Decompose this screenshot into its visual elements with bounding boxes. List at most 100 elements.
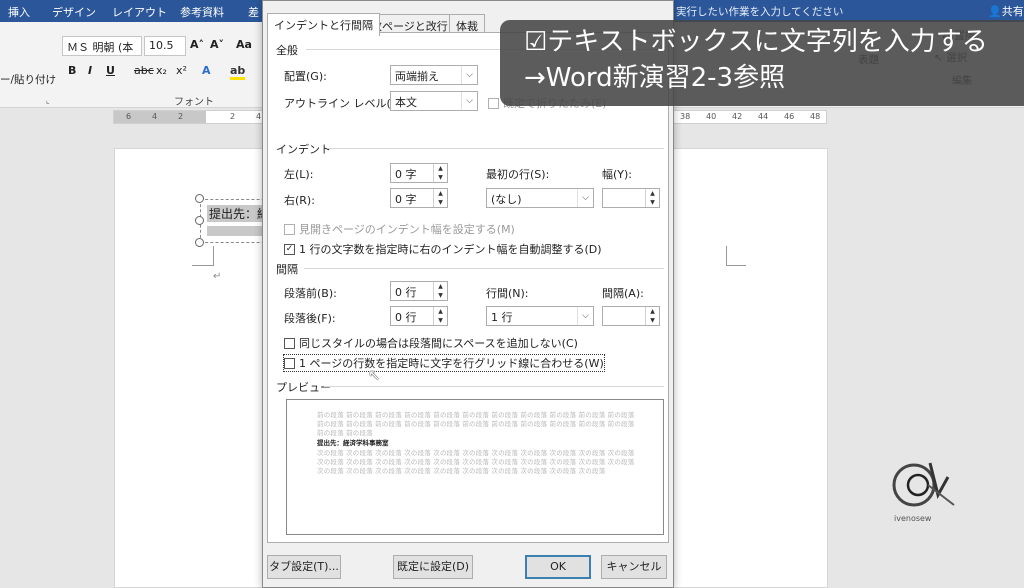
crop-mark (192, 246, 214, 266)
text-box-content[interactable]: 提出先：経 (207, 205, 267, 222)
spin-down-icon: ▼ (650, 317, 655, 324)
alignment-label: 配置(G): (284, 70, 327, 83)
chevron-down-icon: ⌵ (577, 189, 593, 207)
spin-up-icon: ▲ (650, 308, 655, 315)
instruction-banner: ☑テキストボックスに文字列を入力する →Word新演習2-3参照 (500, 20, 1024, 106)
outline-level-select[interactable]: 本文 ⌵ (390, 91, 478, 111)
font-group-label: フォント (174, 97, 214, 108)
indent-right-spinner[interactable]: 0 字 ▲ ▼ (390, 188, 448, 208)
crop-mark (726, 246, 746, 266)
spin-up-icon: ▲ (438, 190, 443, 197)
ruler-number: 38 (680, 112, 691, 121)
space-before-spinner[interactable]: 0 行 ▲ ▼ (390, 281, 448, 301)
banner-line2: →Word新演習2-3参照 (524, 63, 786, 93)
share-button[interactable]: 👤共有 (988, 3, 1024, 19)
checkbox-box (488, 97, 499, 109)
logo-caption: ivenosew (894, 514, 932, 523)
watermark-logo: ivenosew (892, 462, 955, 523)
line-spacing-label: 行間(N): (486, 287, 529, 300)
first-line-select[interactable]: (なし) ⌵ (486, 188, 594, 208)
ruler-number: 4 (152, 112, 158, 121)
ruler-number: 6 (126, 112, 132, 121)
highlight-icon[interactable]: ab (230, 64, 246, 80)
ruler-number: 46 (784, 112, 795, 121)
checkbox-box (284, 223, 295, 235)
preview-box: 前の段落 前の段落 前の段落 前の段落 前の段落 前の段落 前の段落 前の段落 … (286, 399, 664, 535)
resize-handle[interactable] (195, 238, 204, 247)
chevron-down-icon: ⌵ (461, 66, 477, 84)
paragraph-mark: ↵ (213, 271, 222, 282)
indent-left-spinner[interactable]: 0 字 ▲ ▼ (390, 163, 448, 183)
checkmark-icon: ✓ (284, 243, 295, 255)
space-after-spinner[interactable]: 0 行 ▲ ▼ (390, 306, 448, 326)
spin-down-icon: ▼ (650, 199, 655, 206)
tab-mailings[interactable]: 差 (248, 4, 259, 20)
ok-button[interactable]: OK (525, 555, 591, 579)
indent-left-label: 左(L): (284, 168, 314, 181)
shrink-font-button[interactable]: A˅ (210, 38, 224, 51)
clipboard-expander-icon[interactable]: ⌞ (46, 96, 50, 105)
section-divider (324, 386, 664, 387)
tell-me-input[interactable]: 実行したい作業を入力してください (676, 4, 843, 19)
resize-handle[interactable] (195, 194, 204, 203)
resize-handle[interactable] (195, 216, 204, 225)
font-size-combo[interactable]: 10.5 (144, 36, 186, 56)
superscript-button[interactable]: x² (176, 64, 187, 77)
text-effects-icon[interactable]: A (202, 64, 211, 77)
ruler-number: 2 (230, 112, 236, 121)
ruler-number: 4 (256, 112, 262, 121)
spin-up-icon: ▲ (650, 190, 655, 197)
no-space-same-style-checkbox[interactable]: 同じスタイルの場合は段落間にスペースを追加しない(C) (284, 335, 578, 351)
indent-by-spinner[interactable]: ▲ ▼ (602, 188, 660, 208)
tabs-button[interactable]: タブ設定(T)... (267, 555, 341, 579)
underline-button[interactable]: U (106, 64, 115, 77)
tab-layout[interactable]: レイアウト (112, 4, 167, 20)
spacing-at-spinner[interactable]: ▲ ▼ (602, 306, 660, 326)
bold-button[interactable]: B (68, 64, 76, 77)
change-case-button[interactable]: Aa (236, 38, 252, 51)
spin-up-icon: ▲ (438, 165, 443, 172)
ruler-number: 42 (732, 112, 743, 121)
strikethrough-button[interactable]: abc (134, 64, 154, 77)
subscript-button[interactable]: x₂ (156, 64, 167, 77)
indent-by-label: 幅(Y): (602, 168, 633, 181)
checkbox-box (284, 357, 295, 369)
indent-section-title: インデント (276, 143, 331, 156)
ruler-number: 2 (178, 112, 184, 121)
font-name-combo[interactable]: ＭＳ 明朝 (本 (62, 36, 142, 56)
tab-design[interactable]: デザイン (52, 4, 96, 20)
preview-next-line: 次の段落 次の段落 次の段落 次の段落 次の段落 次の段落 次の段落 次の段落 … (317, 467, 606, 475)
snap-to-grid-checkbox[interactable]: 1 ページの行数を指定時に文字を行グリッド線に合わせる(W) (283, 354, 605, 372)
auto-adjust-indent-checkbox[interactable]: ✓ 1 行の文字数を指定時に右のインデント幅を自動調整する(D) (284, 241, 602, 257)
section-divider (328, 148, 664, 149)
chevron-down-icon: ⌵ (577, 307, 593, 325)
mouse-pointer-icon: ↖ (368, 366, 381, 384)
tab-references[interactable]: 参考資料 (180, 4, 224, 20)
dialog-pane: 全般 配置(G): 両端揃え⌵ アウトライン レベル(O): 本文⌵ 既定で折り… (267, 32, 669, 543)
mirror-indents-checkbox[interactable]: 見開きページのインデント幅を設定する(M) (284, 221, 515, 237)
tab-indents-spacing[interactable]: インデントと行間隔 (267, 13, 380, 36)
spin-down-icon: ▼ (438, 317, 443, 324)
tab-insert[interactable]: 挿入 (8, 4, 30, 20)
spin-down-icon: ▼ (438, 174, 443, 181)
clipboard-label[interactable]: ー/貼り付け (0, 72, 56, 87)
spin-up-icon: ▲ (438, 283, 443, 290)
alignment-select[interactable]: 両端揃え ⌵ (390, 65, 478, 85)
person-icon: 👤 (988, 5, 1002, 18)
preview-section-title: プレビュー (276, 381, 331, 394)
italic-button[interactable]: I (88, 64, 92, 77)
spin-up-icon: ▲ (438, 308, 443, 315)
spin-down-icon: ▼ (438, 292, 443, 299)
banner-line1: ☑テキストボックスに文字列を入力する (524, 27, 988, 57)
ruler-number: 44 (758, 112, 769, 121)
cancel-button[interactable]: キャンセル (601, 555, 667, 579)
section-divider (304, 268, 664, 269)
line-spacing-select[interactable]: 1 行 ⌵ (486, 306, 594, 326)
first-line-label: 最初の行(S): (486, 168, 550, 181)
grow-font-button[interactable]: A˄ (190, 38, 204, 51)
spin-down-icon: ▼ (438, 199, 443, 206)
preview-prev-line: 前の段落 前の段落 (317, 429, 373, 437)
spacing-at-label: 間隔(A): (602, 287, 644, 300)
set-default-button[interactable]: 既定に設定(D) (393, 555, 473, 579)
outline-level-label: アウトライン レベル(O): (284, 97, 408, 110)
